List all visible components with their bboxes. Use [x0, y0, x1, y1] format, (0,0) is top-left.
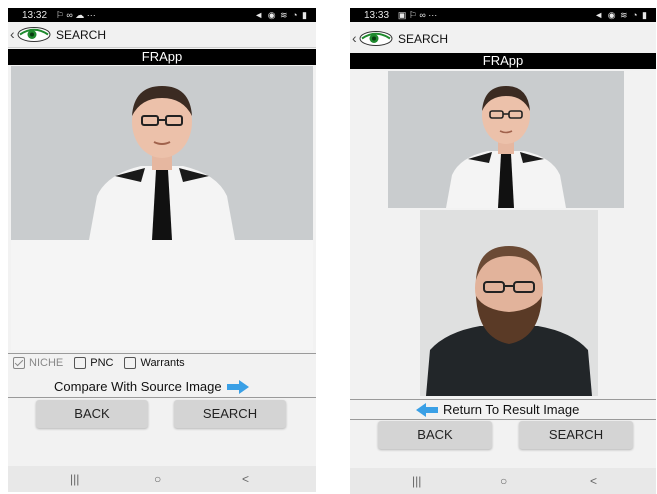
pnc-label: PNC [90, 357, 114, 369]
status-time: 13:32 [22, 10, 48, 21]
compare-with-source-link[interactable]: Compare With Source Image [54, 379, 249, 394]
status-bar: 13:33 ▣ ⚐ ∞ ··· ◄ ◉ ≋ ◔ ▮ [350, 8, 656, 22]
arrow-right-icon [226, 379, 249, 394]
header-title: SEARCH [398, 32, 449, 46]
results-area [11, 240, 313, 350]
warrants-checkbox[interactable] [124, 357, 137, 369]
status-bar: 13:32 ⚐ ∞ ☁ ··· ◄ ◉ ≋ ◔ ▮ [8, 8, 316, 22]
top-bar: ‹ SEARCH [350, 24, 656, 54]
recents-icon[interactable]: ||| [412, 474, 421, 488]
search-button[interactable]: SEARCH [519, 421, 633, 449]
result-photo[interactable] [388, 71, 624, 208]
status-icons-right: ◄ ◉ ≋ ◔ ▮ [254, 10, 308, 20]
status-icons-left: ⚐ ∞ ☁ ··· [55, 10, 96, 20]
top-bar: ‹ SEARCH [8, 22, 316, 48]
home-icon[interactable]: ○ [154, 472, 161, 486]
back-button[interactable]: BACK [36, 400, 148, 428]
back-icon[interactable]: < [242, 472, 249, 486]
compare-label: Compare With Source Image [54, 379, 222, 394]
recents-icon[interactable]: ||| [70, 472, 79, 486]
divider [350, 399, 656, 400]
niche-label: NICHE [29, 357, 64, 369]
search-button[interactable]: SEARCH [174, 400, 286, 428]
home-icon[interactable]: ○ [500, 474, 507, 488]
eye-logo-icon [359, 31, 393, 46]
android-nav-bar: ||| ○ < [350, 468, 656, 494]
back-icon[interactable]: < [590, 474, 597, 488]
officer-photo-image [388, 71, 624, 208]
warrants-label: Warrants [140, 357, 185, 369]
eye-logo-icon [17, 27, 51, 42]
officer-photo-image [11, 66, 313, 240]
pnc-checkbox[interactable] [74, 357, 87, 369]
android-nav-bar: ||| ○ < [8, 466, 316, 492]
divider [8, 397, 316, 398]
app-title-bar: FRApp [350, 53, 656, 69]
source-photo[interactable] [420, 210, 598, 396]
left-phone-screen: 13:32 ⚐ ∞ ☁ ··· ◄ ◉ ≋ ◔ ▮ ‹ SEARCH FRApp [8, 8, 316, 492]
divider [8, 353, 316, 354]
back-button[interactable]: BACK [378, 421, 492, 449]
niche-checkbox[interactable] [13, 357, 25, 369]
return-label: Return To Result Image [443, 402, 580, 417]
status-time: 13:33 [364, 10, 390, 21]
app-title-bar: FRApp [8, 49, 316, 65]
up-arrow-icon[interactable]: ‹ [10, 26, 15, 42]
return-to-result-link[interactable]: Return To Result Image [416, 402, 579, 417]
status-icons-right: ◄ ◉ ≋ ◔ ▮ [594, 10, 648, 20]
result-photo[interactable] [11, 66, 313, 240]
divider [350, 419, 656, 420]
arrow-left-icon [416, 402, 438, 417]
header-title: SEARCH [56, 28, 107, 42]
source-person-image [420, 210, 598, 396]
database-filters: NICHE PNC Warrants [13, 357, 196, 369]
right-phone-screen: 13:33 ▣ ⚐ ∞ ··· ◄ ◉ ≋ ◔ ▮ ‹ SEARCH FRApp [350, 8, 656, 494]
up-arrow-icon[interactable]: ‹ [352, 30, 357, 46]
status-icons-left: ▣ ⚐ ∞ ··· [397, 10, 438, 20]
